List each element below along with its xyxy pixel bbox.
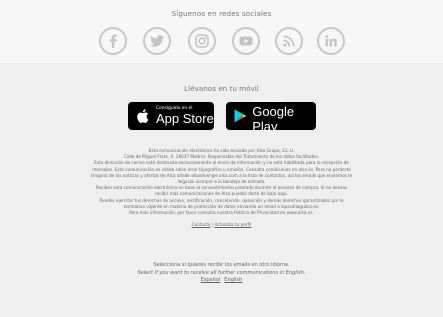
app-title: Llévanos en tu móvil (184, 84, 259, 93)
instagram-icon[interactable] (188, 27, 216, 55)
google-play-badge[interactable]: DISPONIBLE EN Google Play (226, 99, 316, 134)
app-store-badge[interactable]: Consíguelo en el App Store (128, 102, 214, 130)
legal-text: Esta comunicación electrónica ha sido en… (36, 148, 407, 229)
youtube-icon[interactable] (232, 27, 260, 55)
social-icons-row (99, 27, 345, 55)
social-title: Síguenos en redes sociales (171, 9, 272, 18)
update-profile-link[interactable]: Actualiza tu perfil (215, 222, 252, 227)
language-prompt: Selecciona si quieres recibir los emails… (153, 262, 290, 268)
apple-icon (137, 109, 149, 123)
app-store-label: App Store (156, 111, 214, 126)
english-link[interactable]: English (224, 277, 242, 283)
google-play-icon (234, 109, 247, 123)
social-section: Síguenos en redes sociales (0, 0, 443, 63)
spanish-link[interactable]: Español (201, 277, 221, 283)
legal-links: Contacto | Actualiza tu perfil (36, 216, 407, 228)
legal-paragraph-sender: Esta comunicación electrónica ha sido en… (90, 148, 353, 185)
language-prompt-en: Select if you want to receive all furthe… (137, 269, 306, 276)
twitter-icon[interactable] (143, 27, 171, 55)
language-section: Selecciona si quieres recibir los emails… (0, 262, 443, 285)
facebook-icon[interactable] (99, 27, 127, 55)
rss-icon[interactable] (275, 27, 303, 55)
language-links: Español English (0, 277, 443, 285)
contact-link[interactable]: Contacto (192, 222, 211, 227)
legal-paragraph-consent: Recibes esta comunicación electrónica en… (95, 185, 348, 209)
google-play-label: Google Play (252, 103, 295, 134)
linkedin-icon[interactable] (317, 27, 345, 55)
